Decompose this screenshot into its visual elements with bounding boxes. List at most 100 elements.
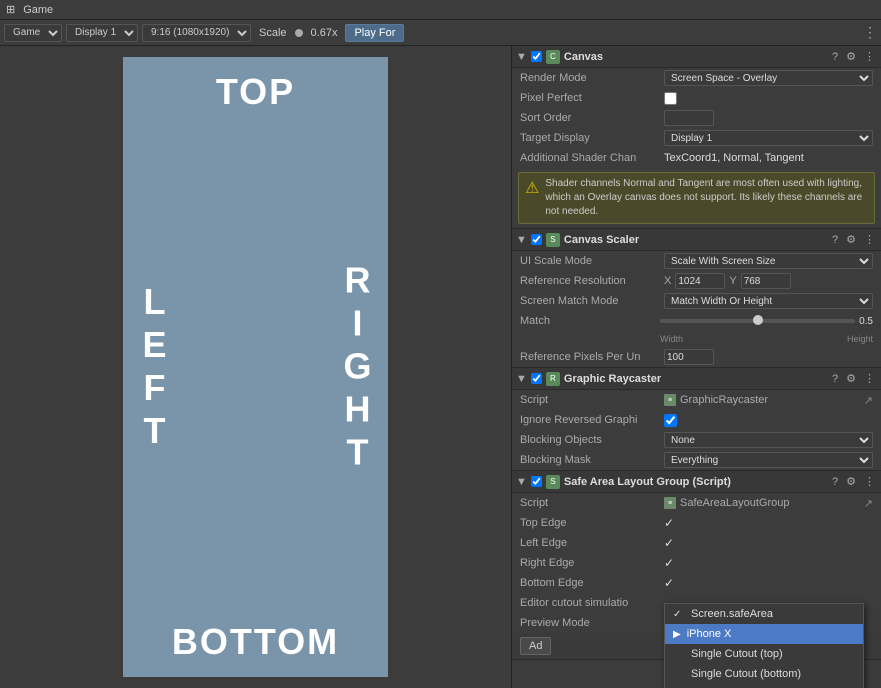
canvas-icon: C	[546, 50, 560, 64]
safe-area-checkbox[interactable]	[531, 476, 542, 487]
canvas-scaler-more-button[interactable]: ⋮	[862, 233, 877, 246]
screen-match-mode-select[interactable]: Match Width Or Height	[664, 293, 873, 309]
safe-area-more-button[interactable]: ⋮	[862, 475, 877, 488]
canvas-scaler-title: Canvas Scaler	[564, 234, 826, 246]
sort-order-label: Sort Order	[520, 112, 660, 124]
safe-area-script-name: SafeAreaLayoutGroup	[680, 497, 789, 509]
additional-shader-value: TexCoord1, Normal, Tangent	[664, 152, 873, 164]
iphone-x-cursor-icon: ▶	[673, 629, 681, 640]
dropdown-item-double-cutout[interactable]: Double Cutout	[665, 684, 863, 688]
game-icon: ⊞	[6, 3, 15, 16]
canvas-more-button[interactable]: ⋮	[862, 50, 877, 63]
toolbar: Game Display 1 9:16 (1080x1920) Scale 0.…	[0, 20, 881, 46]
game-label-bottom: BOTTOM	[172, 621, 339, 663]
resolution-x-label: X	[664, 275, 671, 287]
raycaster-more-button[interactable]: ⋮	[862, 372, 877, 385]
canvas-section-header: ▼ C Canvas ? ⚙ ⋮	[512, 46, 881, 68]
resolution-select[interactable]: 9:16 (1080x1920)	[142, 24, 251, 42]
match-label: Match	[520, 315, 660, 327]
match-value: 0.5	[859, 316, 873, 327]
safe-area-script-icon: ≡	[664, 497, 676, 509]
safe-area-settings-button[interactable]: ⚙	[844, 475, 858, 488]
render-mode-select[interactable]: Screen Space - Overlay	[664, 70, 873, 86]
additional-shader-label: Additional Shader Chan	[520, 152, 660, 164]
bottom-edge-label: Bottom Edge	[520, 577, 660, 589]
match-slider[interactable]	[660, 319, 855, 323]
top-edge-check: ✓	[664, 516, 674, 530]
blocking-objects-row: Blocking Objects None	[512, 430, 881, 450]
canvas-settings-button[interactable]: ⚙	[844, 50, 858, 63]
sort-order-input[interactable]: 0	[664, 110, 714, 126]
editor-cutout-dropdown-menu[interactable]: ✓ Screen.safeArea ▶ iPhone X Single Cuto…	[664, 603, 864, 688]
toolbar-more-icon[interactable]: ⋮	[863, 24, 877, 41]
right-edge-label: Right Edge	[520, 557, 660, 569]
canvas-scaler-settings-button[interactable]: ⚙	[844, 233, 858, 246]
target-display-row: Target Display Display 1	[512, 128, 881, 148]
canvas-scaler-icon: S	[546, 233, 560, 247]
dropdown-item-single-cutout-bottom[interactable]: Single Cutout (bottom)	[665, 664, 863, 684]
ui-scale-mode-label: UI Scale Mode	[520, 255, 660, 267]
blocking-objects-select[interactable]: None	[664, 432, 873, 448]
safe-area-script-value: ≡ SafeAreaLayoutGroup	[664, 497, 789, 509]
canvas-scaler-help-button[interactable]: ?	[830, 234, 840, 246]
blocking-mask-select[interactable]: Everything	[664, 452, 873, 468]
screen-safe-area-label: Screen.safeArea	[691, 608, 773, 620]
right-edge-check: ✓	[664, 556, 674, 570]
safe-area-script-label: Script	[520, 497, 660, 509]
graphic-raycaster-section: ▼ R Graphic Raycaster ? ⚙ ⋮ Script ≡ Gra…	[512, 368, 881, 471]
target-display-label: Target Display	[520, 132, 660, 144]
left-edge-row: Left Edge ✓	[512, 533, 881, 553]
reference-resolution-label: Reference Resolution	[520, 275, 660, 287]
render-mode-label: Render Mode	[520, 72, 660, 84]
canvas-scaler-section: ▼ S Canvas Scaler ? ⚙ ⋮ UI Scale Mode Sc…	[512, 229, 881, 368]
dropdown-item-screen-safe-area[interactable]: ✓ Screen.safeArea	[665, 604, 863, 624]
top-edge-row: Top Edge ✓	[512, 513, 881, 533]
pixel-perfect-checkbox[interactable]	[664, 92, 677, 105]
safe-area-expand-icon: ▼	[516, 476, 527, 488]
ui-scale-mode-select[interactable]: Scale With Screen Size	[664, 253, 873, 269]
canvas-help-button[interactable]: ?	[830, 51, 840, 63]
additional-shader-row: Additional Shader Chan TexCoord1, Normal…	[512, 148, 881, 168]
raycaster-settings-button[interactable]: ⚙	[844, 372, 858, 385]
resolution-x-input[interactable]	[675, 273, 725, 289]
safe-area-script-row: Script ≡ SafeAreaLayoutGroup ↗	[512, 493, 881, 513]
safe-area-section: ▼ S Safe Area Layout Group (Script) ? ⚙ …	[512, 471, 881, 660]
resolution-y-label: Y	[729, 275, 736, 287]
canvas-scaler-checkbox[interactable]	[531, 234, 542, 245]
add-button[interactable]: Ad	[520, 637, 551, 655]
resolution-y-input[interactable]	[741, 273, 791, 289]
safe-area-help-button[interactable]: ?	[830, 476, 840, 488]
raycaster-script-label: Script	[520, 394, 660, 406]
target-display-select[interactable]: Display 1	[664, 130, 873, 146]
right-edge-row: Right Edge ✓	[512, 553, 881, 573]
raycaster-checkbox[interactable]	[531, 373, 542, 384]
dropdown-item-iphone-x[interactable]: ▶ iPhone X	[665, 624, 863, 644]
warning-icon: ⚠	[525, 178, 539, 198]
bottom-edge-check: ✓	[664, 576, 674, 590]
match-labels: Width Height	[512, 331, 881, 347]
scale-label: Scale	[259, 27, 287, 39]
top-bar: ⊞ Game	[0, 0, 881, 20]
game-label-right: RIGHT	[336, 260, 378, 475]
ignore-reversed-row: Ignore Reversed Graphi	[512, 410, 881, 430]
display-select[interactable]: Display 1	[66, 24, 138, 42]
left-edge-check: ✓	[664, 536, 674, 550]
inspector-panel: ▼ C Canvas ? ⚙ ⋮ Render Mode Screen Spac…	[511, 46, 881, 688]
dropdown-item-single-cutout-top[interactable]: Single Cutout (top)	[665, 644, 863, 664]
raycaster-script-link-icon[interactable]: ↗	[864, 394, 873, 407]
safe-area-script-link-icon[interactable]: ↗	[864, 497, 873, 510]
game-select[interactable]: Game	[4, 24, 62, 42]
ref-pixels-input[interactable]	[664, 349, 714, 365]
raycaster-icon: R	[546, 372, 560, 386]
ignore-reversed-label: Ignore Reversed Graphi	[520, 414, 660, 426]
width-label: Width	[660, 334, 683, 344]
raycaster-help-button[interactable]: ?	[830, 373, 840, 385]
play-for-button[interactable]: Play For	[345, 24, 404, 42]
ignore-reversed-checkbox[interactable]	[664, 414, 677, 427]
raycaster-script-value: ≡ GraphicRaycaster	[664, 394, 768, 406]
raycaster-script-row: Script ≡ GraphicRaycaster ↗	[512, 390, 881, 410]
main-content: TOP BOTTOM LEFT RIGHT ▼ C Canvas ? ⚙ ⋮ R…	[0, 46, 881, 688]
raycaster-title: Graphic Raycaster	[564, 373, 826, 385]
canvas-enable-checkbox[interactable]	[531, 51, 542, 62]
screen-match-mode-row: Screen Match Mode Match Width Or Height	[512, 291, 881, 311]
